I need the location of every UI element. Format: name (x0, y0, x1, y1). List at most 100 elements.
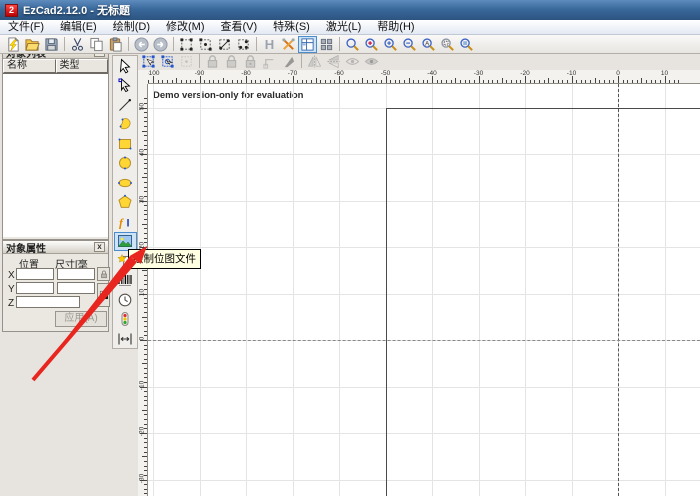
zoom-page-button[interactable] (457, 36, 476, 53)
v-ruler-tick (142, 131, 147, 132)
io-control-button[interactable] (114, 310, 137, 330)
h-ruler-tick (618, 76, 619, 83)
draw-rectangle-button[interactable] (114, 134, 137, 154)
select-tool-button[interactable] (114, 56, 137, 76)
h-ruler-tick (381, 80, 382, 83)
h-ruler-tick (599, 80, 600, 83)
v-ruler-tick (144, 489, 147, 490)
h-ruler-tick (293, 76, 294, 83)
menu-help[interactable]: 帮助(H) (369, 20, 422, 35)
v-ruler-tick (144, 187, 147, 188)
delay-tool-button[interactable] (114, 290, 137, 310)
v-ruler-tick (144, 470, 147, 471)
redo-button[interactable] (151, 36, 170, 53)
undo-button[interactable] (132, 36, 151, 53)
lock-mini-icon (99, 269, 109, 279)
menu-draw[interactable]: 绘制(D) (105, 20, 158, 35)
open-file-button[interactable] (23, 36, 42, 53)
polygon-yellow-icon (117, 194, 133, 210)
h-ruler-tick (660, 80, 661, 83)
copy-button[interactable] (87, 36, 106, 53)
combine-tool-button[interactable] (234, 36, 253, 53)
menu-view[interactable]: 查看(V) (213, 20, 266, 35)
edit-nodes-button[interactable] (139, 53, 158, 70)
v-ruler-label: 40 (139, 148, 146, 158)
node-edit-tool-button[interactable] (114, 76, 137, 96)
h-ruler-tick (181, 80, 182, 83)
zoom-plus-icon (383, 37, 398, 52)
mirror-v-icon (326, 54, 341, 69)
draw-text-button[interactable]: fI (114, 212, 137, 232)
menu-modify[interactable]: 修改(M) (158, 20, 213, 35)
menu-edit[interactable]: 编辑(E) (52, 20, 105, 35)
draw-ellipse-button[interactable] (114, 173, 137, 193)
column-header-name[interactable]: 名称 (3, 59, 56, 73)
edit-nodes-drag-button[interactable] (158, 53, 177, 70)
spacing-tool-button[interactable] (114, 329, 137, 349)
zoom-in-button[interactable] (381, 36, 400, 53)
v-ruler-tick (144, 368, 147, 369)
array-tool-button[interactable] (177, 36, 196, 53)
h-ruler-tick (200, 76, 201, 83)
paste-button[interactable] (106, 36, 125, 53)
h-ruler-tick (525, 76, 526, 83)
toolbar-separator (199, 54, 200, 68)
group-tool-button[interactable] (196, 36, 215, 53)
v-ruler-tick (144, 400, 147, 401)
h-ruler-label: -10 (567, 70, 576, 77)
h-ruler-tick (460, 80, 461, 83)
drawing-canvas[interactable]: Demo version-only for evaluation (148, 84, 700, 496)
y-size-input[interactable] (57, 282, 95, 294)
zoom-sel-icon (440, 37, 455, 52)
menu-special[interactable]: 特殊(S) (265, 20, 318, 35)
zoom-all-button[interactable]: A (419, 36, 438, 53)
column-header-type[interactable]: 类型 (56, 59, 109, 73)
curve-blob-icon (117, 116, 133, 132)
object-params-button[interactable] (317, 36, 336, 53)
object-list-body[interactable] (3, 73, 108, 237)
x-position-input[interactable] (16, 268, 54, 280)
v-ruler-tick (144, 168, 147, 169)
size-lock-button[interactable] (97, 267, 110, 281)
save-icon (44, 37, 59, 52)
draw-line-button[interactable] (114, 95, 137, 115)
draw-curve-button[interactable] (114, 115, 137, 135)
zoom-out-button[interactable] (400, 36, 419, 53)
zoom-a-icon: A (421, 37, 436, 52)
new-file-button[interactable] (4, 36, 23, 53)
bitmap-icon (117, 233, 133, 249)
ungroup-tool-button[interactable] (215, 36, 234, 53)
folder-open-icon (25, 37, 40, 52)
zoom-window-button[interactable] (343, 36, 362, 53)
v-ruler-tick (144, 414, 147, 415)
zoom-in-center-button[interactable] (362, 36, 381, 53)
menu-file[interactable]: 文件(F) (0, 20, 52, 35)
zoom-selection-button[interactable] (438, 36, 457, 53)
h-ruler-label: -20 (520, 70, 529, 77)
draw-polygon-button[interactable] (114, 193, 137, 213)
x-size-input[interactable] (57, 268, 95, 280)
zoom-page-icon (459, 37, 474, 52)
h-ruler-tick (279, 80, 280, 83)
v-ruler-tick (144, 373, 147, 374)
menu-laser[interactable]: 激光(L) (318, 20, 369, 35)
cut-button[interactable] (68, 36, 87, 53)
z-position-input[interactable] (16, 296, 80, 308)
save-file-button[interactable] (42, 36, 61, 53)
h-ruler-label: -40 (427, 70, 436, 77)
mark-params-button[interactable] (298, 36, 317, 53)
v-ruler-tick (144, 121, 147, 122)
h-ruler-tick (655, 80, 656, 83)
h-ruler-tick (390, 80, 391, 83)
draw-circle-button[interactable] (114, 154, 137, 174)
array-params-button[interactable] (97, 283, 110, 307)
h-ruler-tick (553, 80, 554, 83)
tools-button[interactable] (279, 36, 298, 53)
v-ruler-tick (144, 493, 147, 494)
draw-barcode-button[interactable] (114, 271, 137, 291)
h-ruler-tick (511, 80, 512, 83)
title-bar: 2 EzCad2.12.0 - 无标题 (0, 0, 700, 20)
y-position-input[interactable] (16, 282, 54, 294)
object-properties-close-icon[interactable]: x (94, 242, 105, 252)
hatch-button[interactable]: H (260, 36, 279, 53)
